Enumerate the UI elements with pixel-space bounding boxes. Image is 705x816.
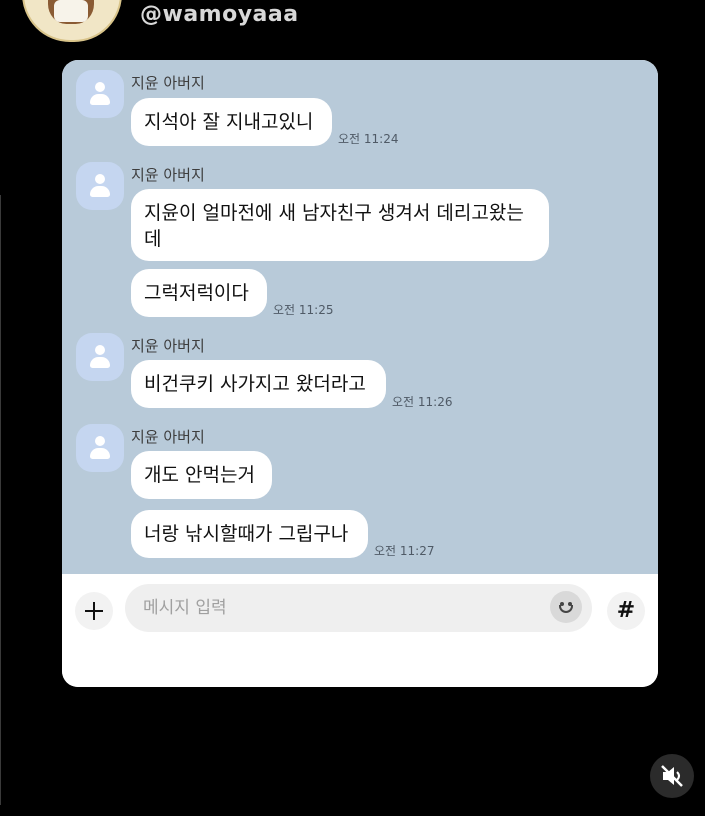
message-bubble[interactable]: 비건쿠키 사가지고 왔더라고: [131, 360, 386, 408]
sender-avatar[interactable]: [76, 70, 124, 118]
message-time: 오전 11:26: [392, 395, 453, 409]
sender-avatar[interactable]: [76, 333, 124, 381]
person-icon-head: [95, 436, 105, 446]
chat-area[interactable]: 지윤 아버지 지석아 잘 지내고있니 오전 11:24 지윤 아버지 지윤이 얼…: [62, 60, 658, 574]
speaker-muted-icon[interactable]: [650, 754, 694, 798]
person-icon-head: [95, 174, 105, 184]
sender-name: 지윤 아버지: [131, 337, 205, 355]
message-input[interactable]: [125, 584, 592, 632]
person-icon-head: [95, 82, 105, 92]
sender-avatar[interactable]: [76, 162, 124, 210]
person-icon-body: [90, 357, 110, 368]
plus-icon[interactable]: [75, 592, 113, 630]
message-bubble[interactable]: 개도 안먹는거: [131, 451, 272, 499]
profile-avatar[interactable]: [22, 0, 122, 42]
person-icon-body: [90, 186, 110, 197]
message-bubble[interactable]: 지석아 잘 지내고있니: [131, 98, 332, 146]
message-time: 오전 11:25: [273, 303, 334, 317]
message-time: 오전 11:27: [374, 544, 435, 558]
message-input-bar: #: [62, 574, 658, 687]
sender-name: 지윤 아버지: [131, 166, 205, 184]
person-icon-body: [90, 94, 110, 105]
username[interactable]: @wamoyaaa: [140, 2, 299, 27]
chat-screenshot-card: 지윤 아버지 지석아 잘 지내고있니 오전 11:24 지윤 아버지 지윤이 얼…: [62, 60, 658, 687]
message-bubble[interactable]: 지윤이 얼마전에 새 남자친구 생겨서 데리고왔는 데: [131, 189, 549, 261]
sender-avatar[interactable]: [76, 424, 124, 472]
smiley-icon[interactable]: [550, 591, 582, 623]
message-time: 오전 11:24: [338, 132, 399, 146]
message-bubble[interactable]: 너랑 낚시할때가 그립구나: [131, 510, 368, 558]
speaker-muted-glyph: [661, 765, 683, 787]
smiley-mouth: [559, 605, 573, 613]
person-icon-body: [90, 448, 110, 459]
sender-name: 지윤 아버지: [131, 428, 205, 446]
divider: [0, 195, 1, 805]
sender-name: 지윤 아버지: [131, 74, 205, 92]
person-icon-head: [95, 345, 105, 355]
hash-icon[interactable]: #: [607, 592, 645, 630]
shirt-illustration: [54, 0, 88, 22]
message-bubble[interactable]: 그럭저럭이다: [131, 269, 267, 317]
